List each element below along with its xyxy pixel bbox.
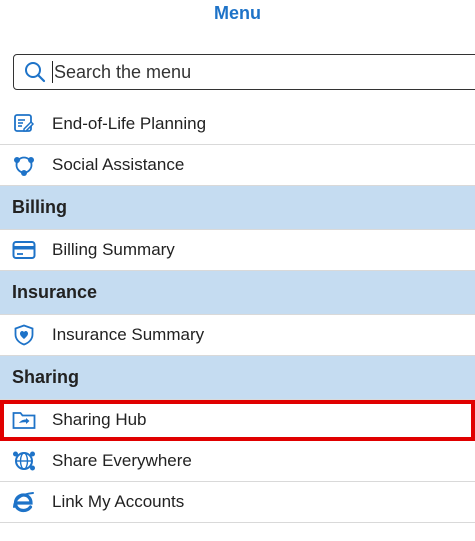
menu-item-share-everywhere[interactable]: Share Everywhere [0,441,475,482]
menu-item-label: End-of-Life Planning [52,114,207,133]
shield-heart-icon [12,323,36,347]
text-caret [52,61,53,83]
search-input[interactable] [54,61,434,83]
folder-share-icon [12,408,36,432]
menu-item-label: Link My Accounts [52,492,185,511]
menu-item-end-of-life-planning[interactable]: End-of-Life Planning [0,104,475,145]
network-nodes-icon [12,153,36,177]
menu-item-link-my-accounts[interactable]: Link My Accounts [0,482,475,523]
page-title: Menu [214,3,261,23]
menu-item-label: Share Everywhere [52,451,192,470]
credit-card-icon [12,238,36,262]
menu-item-social-assistance[interactable]: Social Assistance [0,145,475,186]
menu-item-sharing-hub[interactable]: Sharing Hub [0,400,475,441]
menu-list: End-of-Life Planning Social Assistance B… [0,104,475,523]
menu-item-label: Social Assistance [52,155,185,174]
menu-item-label: Billing Summary [52,240,175,259]
globe-share-icon [12,449,36,473]
menu-item-label: Sharing Hub [52,410,147,429]
link-e-icon [12,490,36,514]
menu-item-billing-summary[interactable]: Billing Summary [0,230,475,271]
menu-item-insurance-summary[interactable]: Insurance Summary [0,315,475,356]
section-header-sharing: Sharing [0,356,475,400]
search-field[interactable] [13,54,475,90]
search-icon [24,61,46,83]
section-header-billing: Billing [0,186,475,230]
menu-item-label: Insurance Summary [52,325,205,344]
document-edit-icon [12,112,36,136]
section-header-insurance: Insurance [0,271,475,315]
